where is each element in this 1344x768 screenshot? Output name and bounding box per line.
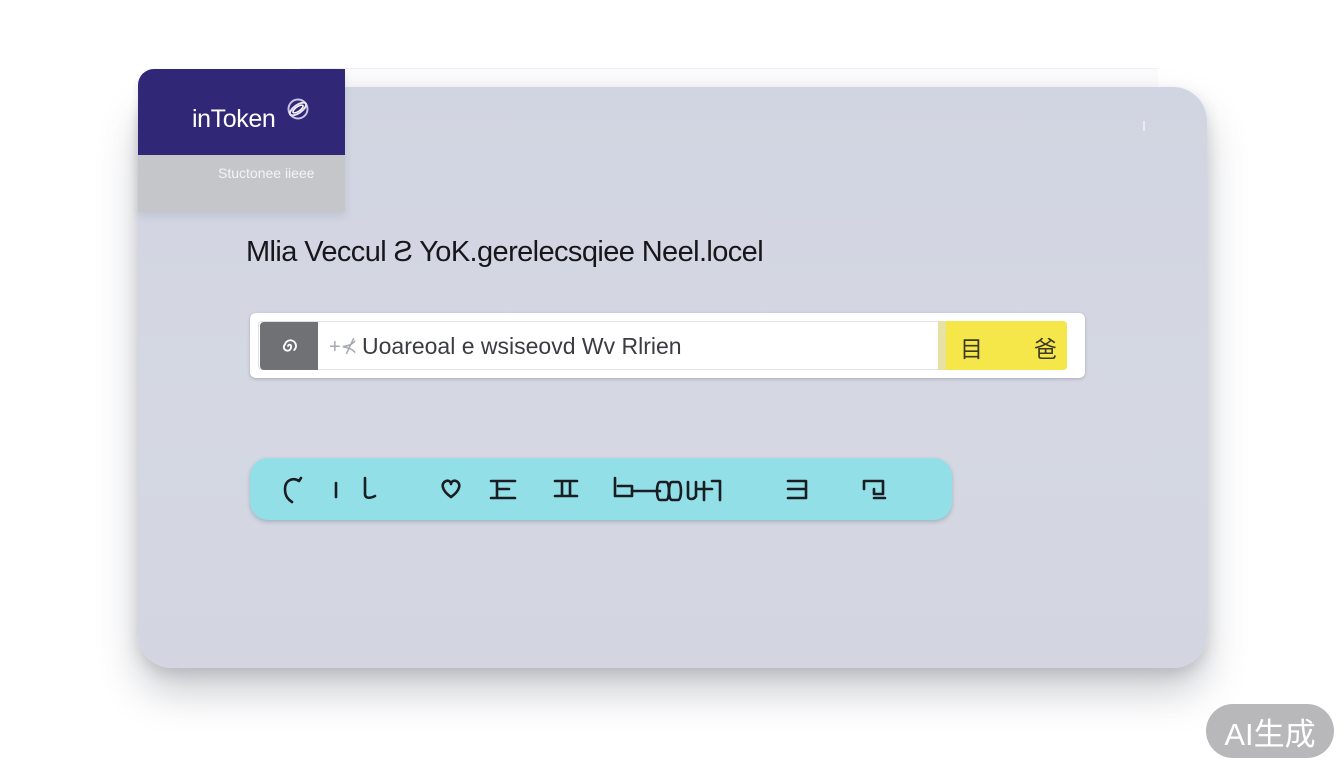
search-prefix-icon: +⊀ bbox=[329, 336, 358, 358]
page-headline: Mlia Veccul Ƨ YoK.gerelecsqiee Neel.loce… bbox=[246, 236, 764, 268]
heart-icon[interactable] bbox=[438, 472, 464, 506]
chain-icon[interactable] bbox=[612, 472, 724, 506]
hook-icon[interactable] bbox=[356, 472, 380, 506]
frame-icon[interactable] bbox=[860, 472, 888, 506]
list-icon[interactable]: 目 bbox=[960, 330, 983, 364]
brand-name: inToken bbox=[192, 105, 276, 133]
align-icon[interactable] bbox=[488, 472, 518, 506]
glyph-icon[interactable]: 爸 bbox=[1034, 330, 1057, 364]
box-icon[interactable] bbox=[784, 472, 810, 506]
search-actions: 目 爸 bbox=[946, 321, 1067, 370]
column-icon[interactable] bbox=[552, 472, 580, 506]
brand-subheader: Stuctonee iieee bbox=[138, 155, 345, 212]
search-input[interactable] bbox=[362, 328, 932, 364]
ai-generated-badge: AI生成 bbox=[1206, 704, 1334, 758]
search-icon-button[interactable] bbox=[260, 322, 318, 370]
toolbar bbox=[250, 458, 952, 520]
brand-block: inToken Stuctonee iieee bbox=[138, 69, 345, 212]
brand-subtitle: Stuctonee iieee bbox=[218, 165, 315, 181]
line-icon[interactable] bbox=[330, 472, 342, 506]
curve-icon[interactable] bbox=[278, 472, 306, 506]
card-marker bbox=[1143, 121, 1145, 131]
spiral-icon bbox=[282, 339, 297, 352]
brand-header: inToken bbox=[138, 69, 345, 155]
ring-logo-icon bbox=[287, 98, 309, 120]
